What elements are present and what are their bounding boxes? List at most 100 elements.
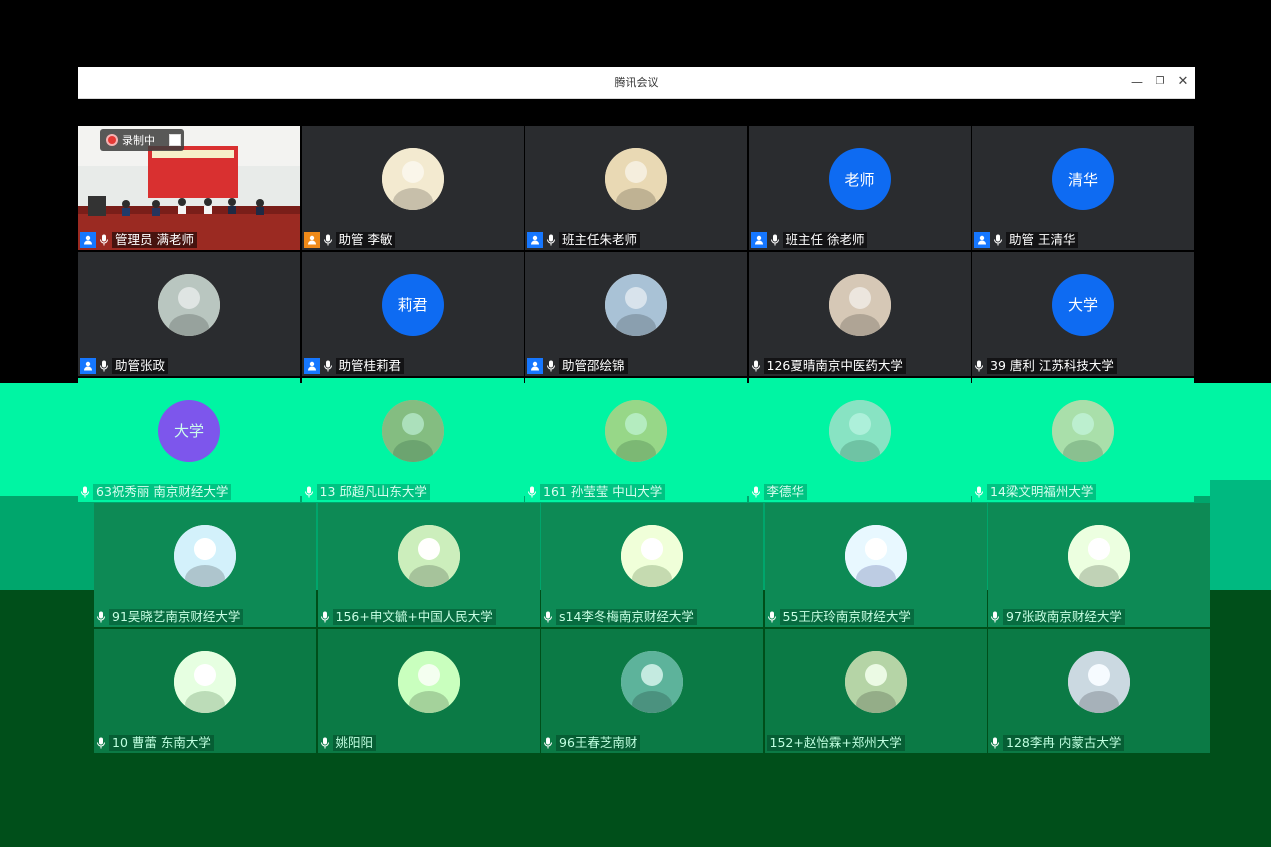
recording-indicator[interactable]: 录制中 (100, 129, 184, 151)
participant-name: 97张政南京财经大学 (1003, 609, 1125, 626)
microphone-icon[interactable] (96, 611, 106, 623)
participant-name-row: 班主任朱老师 (527, 232, 641, 248)
participant-tile[interactable]: 156+申文毓+中国人民大学 (317, 503, 540, 628)
participant-name-row: 姚阳阳 (320, 735, 377, 752)
participant-tile[interactable]: 152+赵怡霖+郑州大学 (764, 629, 987, 754)
microphone-icon[interactable] (320, 611, 330, 623)
profile-photo-icon (844, 525, 907, 588)
profile-photo-icon (621, 525, 683, 588)
host-icon (80, 232, 96, 248)
avatar (828, 399, 891, 462)
microphone-icon[interactable] (770, 234, 780, 246)
avatar-text: 莉君 (397, 296, 428, 315)
participant-tile[interactable]: s14李冬梅南京财经大学 (541, 503, 763, 628)
microphone-icon[interactable] (320, 737, 330, 749)
participant-name-row: 156+申文毓+中国人民大学 (320, 609, 496, 626)
restore-button[interactable]: ❐ (1152, 74, 1168, 90)
participant-tile[interactable]: 莉君 助管桂莉君 (301, 251, 524, 376)
microphone-icon[interactable] (546, 360, 556, 372)
profile-photo-icon (828, 399, 891, 462)
avatar: 大学 (1052, 273, 1114, 336)
participant-name-row: 助管邵绘锦 (527, 357, 628, 374)
participant-name-row: 126夏晴南京中医药大学 (751, 357, 906, 374)
participant-tile[interactable]: 55王庆玲南京财经大学 (764, 503, 987, 628)
participant-name-row: 91吴晓艺南京财经大学 (96, 609, 244, 626)
participant-tile[interactable]: 老师 班主任 徐老师 (748, 126, 971, 250)
minimize-button[interactable]: — (1129, 74, 1145, 90)
participant-tile[interactable]: 姚阳阳 (317, 629, 540, 754)
participant-name-row: 63祝秀丽 南京财经大学 (80, 483, 232, 500)
microphone-icon[interactable] (990, 611, 1000, 623)
participant-tile[interactable]: 161 孙莹莹 中山大学 (525, 377, 747, 502)
avatar (174, 651, 236, 714)
participant-tile[interactable]: 班主任朱老师 (525, 126, 747, 250)
participant-tile[interactable]: 助管张政 (78, 251, 300, 376)
participant-tile[interactable]: 126夏晴南京中医药大学 (748, 251, 971, 376)
cohost-icon (80, 357, 96, 374)
profile-photo-icon (397, 651, 460, 714)
avatar (1068, 651, 1130, 714)
avatar (174, 525, 236, 588)
profile-photo-icon (381, 399, 444, 462)
microphone-icon[interactable] (96, 737, 106, 749)
participant-tile[interactable]: 13 邱超凡山东大学 (301, 377, 524, 502)
participant-name: 126夏晴南京中医药大学 (763, 357, 906, 374)
participant-tile[interactable]: 大学 63祝秀丽 南京财经大学 (78, 377, 300, 502)
microphone-icon[interactable] (543, 737, 553, 749)
microphone-icon[interactable] (751, 360, 761, 372)
microphone-icon[interactable] (751, 486, 761, 498)
participant-name: 13 邱超凡山东大学 (316, 483, 430, 500)
participant-name: 96王春芝南财 (556, 735, 641, 752)
microphone-icon[interactable] (99, 234, 109, 246)
microphone-icon[interactable] (323, 234, 333, 246)
participant-tile[interactable]: 助管 李敏 (301, 126, 524, 250)
profile-photo-icon (1052, 399, 1114, 462)
participant-name: 班主任 徐老师 (782, 232, 868, 248)
avatar (158, 273, 220, 336)
profile-photo-icon (174, 525, 236, 588)
microphone-icon[interactable] (990, 737, 1000, 749)
participant-tile[interactable]: 清华 助管 王清华 (972, 126, 1194, 250)
participant-name: 姚阳阳 (332, 735, 377, 752)
participant-tile[interactable]: 大学 39 唐利 江苏科技大学 (972, 251, 1194, 376)
participant-name: 152+赵怡霖+郑州大学 (766, 735, 905, 752)
profile-photo-icon (828, 273, 891, 336)
participant-name-row: 10 曹蕾 东南大学 (96, 735, 214, 752)
avatar (605, 148, 667, 210)
participant-name: 156+申文毓+中国人民大学 (332, 609, 496, 626)
participant-tile[interactable]: 助管邵绘锦 (525, 251, 747, 376)
cohost-icon (974, 232, 990, 248)
participant-name: 助管邵绘锦 (559, 357, 628, 374)
participant-name: 161 孙莹莹 中山大学 (540, 483, 666, 500)
participant-tile[interactable]: 李德华 (748, 377, 971, 502)
participant-tile[interactable]: 10 曹蕾 东南大学 (94, 629, 316, 754)
cohost-icon (303, 232, 320, 248)
participant-tile[interactable]: 96王春芝南财 (541, 629, 763, 754)
avatar (1068, 525, 1130, 588)
microphone-icon[interactable] (974, 486, 984, 498)
participant-tile[interactable]: 91吴晓艺南京财经大学 (94, 503, 316, 628)
microphone-icon[interactable] (304, 486, 314, 498)
microphone-icon[interactable] (543, 611, 553, 623)
glitch-band-right (1210, 480, 1271, 592)
microphone-icon[interactable] (80, 486, 90, 498)
close-button[interactable]: ✕ (1175, 74, 1191, 90)
participant-tile[interactable]: 97张政南京财经大学 (988, 503, 1210, 628)
cohost-icon (527, 232, 543, 248)
microphone-icon[interactable] (546, 234, 556, 246)
microphone-icon[interactable] (974, 360, 984, 372)
participant-tile[interactable]: 14梁文明福州大学 (972, 377, 1194, 502)
microphone-icon[interactable] (527, 486, 537, 498)
avatar (1052, 399, 1114, 462)
avatar (381, 148, 444, 210)
participant-tile[interactable]: 128李冉 内蒙古大学 (988, 629, 1210, 754)
profile-photo-icon (621, 651, 683, 714)
microphone-icon[interactable] (99, 360, 109, 372)
microphone-icon[interactable] (767, 611, 777, 623)
avatar (621, 651, 683, 714)
stop-square-icon[interactable] (169, 134, 181, 146)
microphone-icon[interactable] (993, 234, 1003, 246)
participant-tile[interactable]: 录制中 管理员 满老师 (78, 126, 300, 250)
avatar (605, 273, 667, 336)
microphone-icon[interactable] (323, 360, 333, 372)
